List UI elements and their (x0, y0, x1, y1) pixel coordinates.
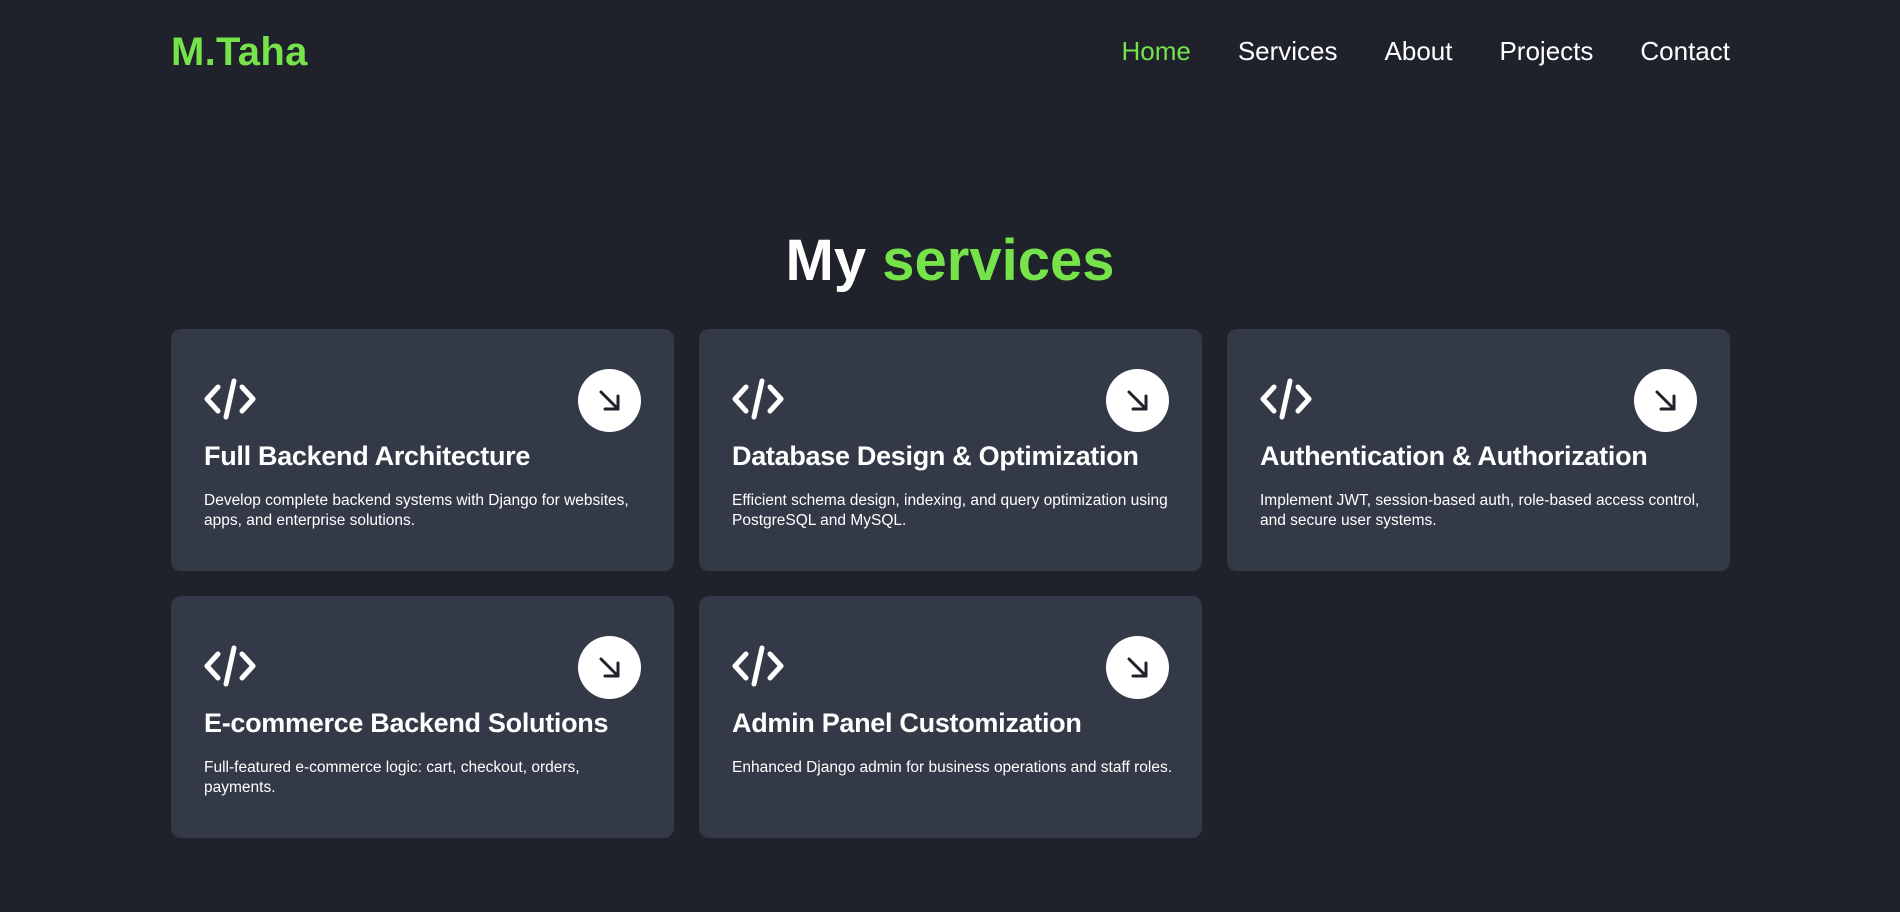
card-title: Full Backend Architecture (204, 441, 531, 471)
arrow-down-right-icon (1127, 657, 1147, 677)
arrow-down-right-icon (1127, 390, 1147, 410)
nav-services[interactable]: Services (1238, 36, 1338, 67)
site-header: M.Taha Home Services About Projects Cont… (0, 0, 1900, 106)
card-description: Full-featured e-commerce logic: cart, ch… (204, 759, 580, 796)
main-nav: Home Services About Projects Contact (1121, 36, 1730, 67)
card-arrow-button[interactable] (1634, 369, 1697, 432)
section-title-accent: services (882, 228, 1115, 293)
section-title-prefix: My (785, 228, 867, 293)
card-description: Implement JWT, session-based auth, role-… (1260, 492, 1700, 529)
service-card: Authentication & Authorization Implement… (1227, 329, 1730, 571)
code-icon (732, 645, 784, 687)
card-title: Admin Panel Customization (732, 708, 1082, 738)
card-title: E-commerce Backend Solutions (204, 708, 609, 738)
code-icon (204, 645, 256, 687)
card-arrow-button[interactable] (578, 636, 641, 699)
nav-projects[interactable]: Projects (1499, 36, 1593, 67)
card-arrow-button[interactable] (1106, 369, 1169, 432)
service-card: Full Backend Architecture Develop comple… (171, 329, 674, 571)
section-title: My services (0, 226, 1900, 296)
code-icon (732, 378, 784, 420)
nav-contact[interactable]: Contact (1640, 36, 1730, 67)
arrow-down-right-icon (599, 390, 619, 410)
service-card: Admin Panel Customization Enhanced Djang… (699, 596, 1202, 838)
card-title: Database Design & Optimization (732, 441, 1139, 471)
card-arrow-button[interactable] (578, 369, 641, 432)
nav-about[interactable]: About (1385, 36, 1453, 67)
card-title: Authentication & Authorization (1260, 441, 1648, 471)
card-description: Develop complete backend systems with Dj… (204, 492, 629, 529)
arrow-down-right-icon (1655, 390, 1675, 410)
card-description: Enhanced Django admin for business opera… (732, 759, 1173, 776)
code-icon (1260, 378, 1312, 420)
service-card: E-commerce Backend Solutions Full-featur… (171, 596, 674, 838)
arrow-down-right-icon (599, 657, 619, 677)
service-card: Database Design & Optimization Efficient… (699, 329, 1202, 571)
site-logo[interactable]: M.Taha (171, 30, 308, 75)
card-description: Efficient schema design, indexing, and q… (732, 492, 1168, 529)
code-icon (204, 378, 256, 420)
nav-home[interactable]: Home (1121, 36, 1190, 67)
card-arrow-button[interactable] (1106, 636, 1169, 699)
